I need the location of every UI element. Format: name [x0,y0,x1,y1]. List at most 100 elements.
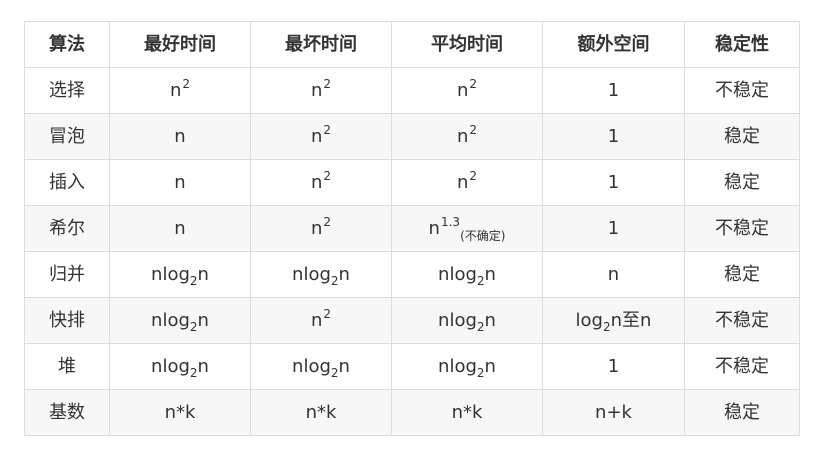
cell-stability: 不稳定 [684,297,800,344]
cell-sub: 2 [476,365,485,380]
cell-sub: 2 [602,319,611,334]
cell-sub: 2 [330,273,339,288]
cell-post: n [338,355,350,377]
cell-pre: nlog [292,355,331,377]
cell-best-time: nlog2n [109,251,251,298]
cell-text: 稳定 [724,171,760,193]
cell-text: 稳定 [724,125,760,147]
cell-stability: 不稳定 [684,343,800,390]
table-row: 堆 nlog2n nlog2n nlog2n 1 不稳定 [24,343,800,390]
cell-stability: 不稳定 [684,67,800,114]
cell-sup: 2 [469,76,478,91]
cell-algorithm: 快排 [24,297,110,344]
cell-text: 不稳定 [715,79,769,101]
cell-text: 1 [607,171,620,193]
cell-best-time: n2 [109,67,251,114]
cell-post: n [197,309,209,331]
cell-sub: 2 [476,319,485,334]
cell-text: n*k [164,401,196,423]
cell-base: n [456,171,469,193]
header-worst-time: 最坏时间 [250,21,392,68]
cell-algorithm: 基数 [24,389,110,436]
table-row: 快排 nlog2n n2 nlog2n log2n至n 不稳定 [24,297,800,344]
cell-algorithm: 堆 [24,343,110,390]
cell-pre: log [575,309,603,331]
cell-best-time: nlog2n [109,297,251,344]
cell-post: n [484,355,496,377]
cell-base: n [169,79,182,101]
cell-sub: 2 [330,365,339,380]
cell-worst-time: n2 [250,205,392,252]
cell-sup: 2 [323,214,332,229]
cell-sup: 2 [182,76,191,91]
cell-algorithm: 选择 [24,67,110,114]
cell-best-time: n [109,159,251,206]
cell-sup: 2 [323,122,332,137]
cell-stability: 稳定 [684,159,800,206]
header-algorithm: 算法 [24,21,110,68]
cell-average-time: nlog2n [391,343,543,390]
cell-text: 1 [607,79,620,101]
cell-text: 选择 [49,79,85,101]
header-average-time: 平均时间 [391,21,543,68]
cell-text: 稳定 [724,263,760,285]
cell-text: 希尔 [49,217,85,239]
cell-text: 不稳定 [715,217,769,239]
cell-best-time: n [109,205,251,252]
header-extra-space: 额外空间 [542,21,685,68]
cell-algorithm: 插入 [24,159,110,206]
header-row: 算法 最好时间 最坏时间 平均时间 额外空间 稳定性 [24,21,800,68]
cell-extra-space: 1 [542,159,685,206]
cell-best-time: n [109,113,251,160]
cell-average-time: nlog2n [391,251,543,298]
table-row: 冒泡 n n2 n2 1 稳定 [24,113,800,160]
cell-text: 堆 [58,355,76,377]
cell-pre: nlog [151,309,190,331]
cell-extra-space: 1 [542,205,685,252]
cell-sub: 2 [476,273,485,288]
cell-worst-time: n2 [250,297,392,344]
cell-sup: 2 [469,168,478,183]
cell-extra-space: 1 [542,113,685,160]
cell-average-time: n2 [391,113,543,160]
cell-text: 插入 [49,171,85,193]
table-row: 希尔 n n2 n1.3(不确定) 1 不稳定 [24,205,800,252]
cell-base: n [310,125,323,147]
cell-text: 归并 [49,263,85,285]
cell-base: n [456,79,469,101]
cell-pre: nlog [438,309,477,331]
cell-stability: 稳定 [684,113,800,160]
cell-average-time: n1.3(不确定) [391,205,543,252]
cell-text: n [174,171,186,193]
cell-text: n*k [305,401,337,423]
cell-sup: 2 [323,306,332,321]
cell-text: 不稳定 [715,309,769,331]
cell-worst-time: nlog2n [250,343,392,390]
cell-text: 1 [607,217,620,239]
cell-sub: 2 [189,319,198,334]
cell-text: n+k [595,401,632,423]
cell-best-time: nlog2n [109,343,251,390]
cell-algorithm: 归并 [24,251,110,298]
cell-extra-space: log2n至n [542,297,685,344]
cell-extra-space: n+k [542,389,685,436]
cell-text: 冒泡 [49,125,85,147]
header-stability: 稳定性 [684,21,800,68]
sorting-complexity-table: 算法 最好时间 最坏时间 平均时间 额外空间 稳定性 选择 n2 n2 n2 1 不稳定冒… [24,21,800,436]
cell-stability: 不稳定 [684,205,800,252]
cell-text: n*k [451,401,483,423]
cell-post: n [484,263,496,285]
cell-average-time: n*k [391,389,543,436]
cell-worst-time: n2 [250,159,392,206]
cell-note: (不确定) [460,228,506,243]
cell-text: 快排 [49,309,85,331]
cell-sup: 2 [469,122,478,137]
cell-pre: nlog [151,263,190,285]
table-row: 基数 n*k n*k n*k n+k 稳定 [24,389,800,436]
cell-pre: nlog [438,355,477,377]
cell-base: n [310,79,323,101]
cell-sub: 2 [189,365,198,380]
cell-pre: nlog [292,263,331,285]
table-row: 归并 nlog2n nlog2n nlog2n n 稳定 [24,251,800,298]
cell-text: n [607,263,620,285]
